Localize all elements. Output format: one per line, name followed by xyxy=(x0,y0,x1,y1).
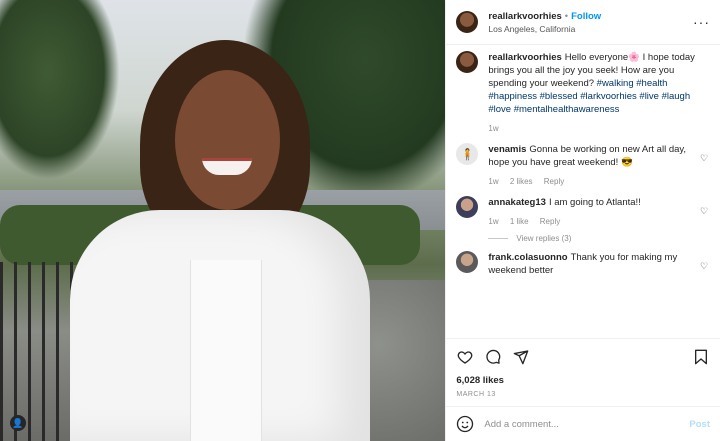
caption: reallarkvoorhies Hello everyone🌸 I hope t… xyxy=(456,51,710,135)
comment-icon[interactable] xyxy=(484,348,502,366)
post-date: MARCH 13 xyxy=(456,391,496,398)
share-icon[interactable] xyxy=(512,348,530,366)
comment-username[interactable]: frank.colasuonno xyxy=(488,252,567,263)
comment-item: frank.colasuonno Thank you for making my … xyxy=(456,251,710,277)
like-comment-icon[interactable]: ♡ xyxy=(700,261,710,277)
comment-meta: 1w 2 likes Reply xyxy=(488,175,694,188)
separator-dot: • xyxy=(564,10,569,22)
instagram-post: 👤 reallarkvoorhies • Follow Los Angeles, C… xyxy=(0,0,720,441)
save-icon[interactable] xyxy=(692,348,710,366)
comment-item: 🧍 venamis Gonna be working on new Art all… xyxy=(456,143,710,188)
view-replies-button[interactable]: View replies (3) xyxy=(488,234,710,243)
view-replies-label: View replies (3) xyxy=(516,234,572,243)
location-link[interactable]: Los Angeles, California xyxy=(488,24,693,34)
commenter-avatar[interactable]: 🧍 xyxy=(456,143,479,165)
comment-body: venamis Gonna be working on new Art all d… xyxy=(488,143,694,188)
caption-text: Hello everyone xyxy=(564,52,629,63)
post-side-panel: reallarkvoorhies • Follow Los Angeles, Cal… xyxy=(445,0,720,441)
add-comment-input[interactable] xyxy=(482,417,690,431)
like-comment-icon[interactable]: ♡ xyxy=(700,206,710,228)
emoji-icon[interactable] xyxy=(456,415,474,433)
comment-username[interactable]: annakateg13 xyxy=(488,197,546,208)
comment-likes[interactable]: 1 like xyxy=(510,217,529,226)
flower-emoji: 🌸 xyxy=(628,52,640,63)
caption-username[interactable]: reallarkvoorhies xyxy=(488,52,561,63)
author-info: reallarkvoorhies • Follow Los Angeles, Cal… xyxy=(488,11,693,34)
author-avatar[interactable] xyxy=(456,11,479,33)
caption-body: reallarkvoorhies Hello everyone🌸 I hope t… xyxy=(488,51,710,135)
comment-body: frank.colasuonno Thank you for making my … xyxy=(488,251,694,277)
like-comment-icon[interactable]: ♡ xyxy=(700,153,710,188)
action-icons xyxy=(456,345,710,369)
comment-username[interactable]: venamis xyxy=(488,144,526,155)
comment-time: 1w xyxy=(488,217,499,226)
comment-item: annakateg13 I am going to Atlanta!! 1w 1 … xyxy=(456,196,710,228)
comments-list: reallarkvoorhies Hello everyone🌸 I hope t… xyxy=(446,45,720,338)
likes-count[interactable]: 6,028 likes xyxy=(456,375,710,386)
comment-time: 1w xyxy=(488,177,499,186)
author-row: reallarkvoorhies • Follow xyxy=(488,11,693,22)
comment-body: annakateg13 I am going to Atlanta!! 1w 1 … xyxy=(488,196,694,228)
caption-time: 1w xyxy=(488,124,499,133)
tagged-user-icon[interactable]: 👤 xyxy=(10,415,26,431)
caption-meta: 1w xyxy=(488,122,710,135)
more-options-icon[interactable]: ··· xyxy=(693,14,710,30)
comment-text: I am going to Atlanta!! xyxy=(548,197,641,208)
face xyxy=(175,70,280,210)
like-icon[interactable] xyxy=(456,348,474,366)
replies-divider xyxy=(488,238,509,239)
post-header: reallarkvoorhies • Follow Los Angeles, Cal… xyxy=(446,0,720,45)
author-username[interactable]: reallarkvoorhies xyxy=(488,11,561,22)
comment-meta: 1w 1 like Reply xyxy=(488,215,694,228)
add-comment-bar: Post xyxy=(446,406,720,441)
post-comment-button[interactable]: Post xyxy=(689,419,710,430)
white-top xyxy=(190,260,262,441)
comment-likes[interactable]: 2 likes xyxy=(510,177,533,186)
woman-portrait xyxy=(70,30,370,441)
post-actions: 6,028 likes MARCH 13 xyxy=(446,338,720,406)
post-photo[interactable]: 👤 xyxy=(0,0,446,441)
reply-button[interactable]: Reply xyxy=(540,217,560,226)
follow-button[interactable]: Follow xyxy=(571,11,601,22)
commenter-avatar[interactable] xyxy=(456,196,479,218)
reply-button[interactable]: Reply xyxy=(544,177,564,186)
commenter-avatar[interactable] xyxy=(456,251,479,273)
author-avatar[interactable] xyxy=(456,51,479,73)
